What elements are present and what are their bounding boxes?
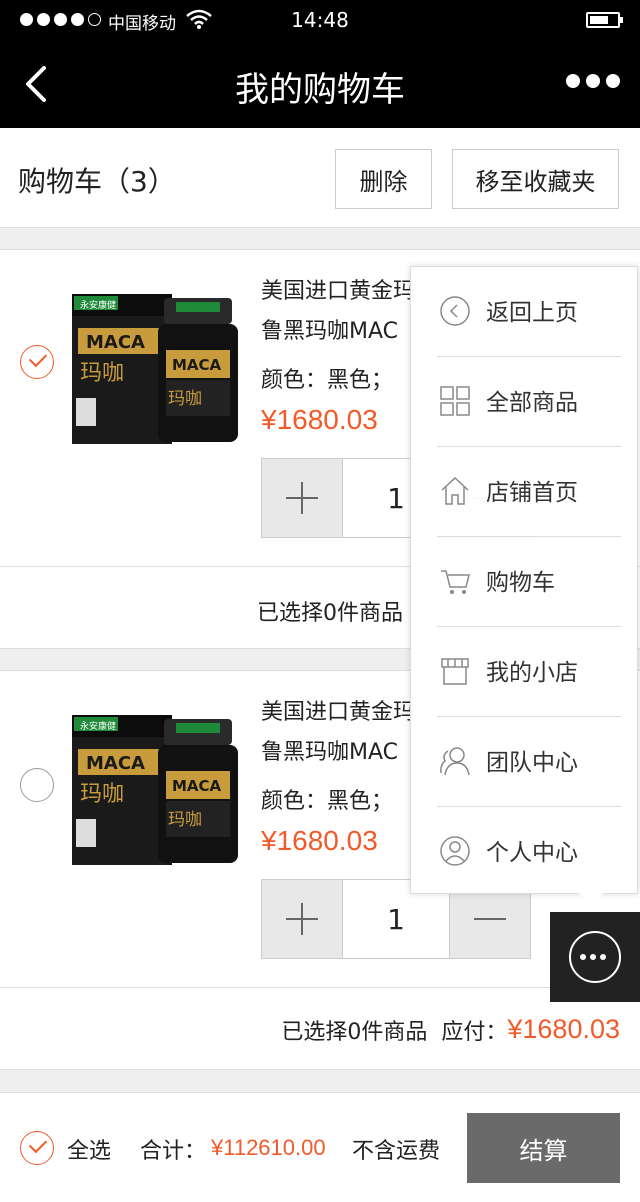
product-subtitle-text: 玛咖 xyxy=(168,389,202,409)
quick-nav-menu: 返回上页 全部商品 店铺首页 购物车 我的小店 团队中心 个人中心 xyxy=(410,266,639,905)
menu-item-label: 返回上页 xyxy=(486,300,578,326)
user-icon xyxy=(440,836,470,866)
move-to-favorites-button[interactable]: 移至收藏夹 xyxy=(452,149,619,209)
cart-header: 购物车（3） 删除 移至收藏夹 xyxy=(0,128,640,228)
product-image[interactable]: 永安康健 MACA MACA 玛咖 玛咖 xyxy=(72,280,238,450)
menu-item-all-products[interactable]: 全部商品 xyxy=(411,357,639,447)
menu-item-back[interactable]: 返回上页 xyxy=(411,267,639,357)
product-price: ¥1680.03 xyxy=(261,825,378,856)
product-title-text: MACA xyxy=(86,753,145,774)
selected-count-text: 已选择0件商品 xyxy=(281,1019,428,1045)
menu-item-label: 全部商品 xyxy=(486,390,578,416)
menu-item-cart[interactable]: 购物车 xyxy=(411,537,639,627)
store-icon xyxy=(441,658,469,685)
product-name-line2[interactable]: 鲁黑玛咖MAC xyxy=(261,735,398,771)
product-name-line1[interactable]: 美国进口黄金玛 xyxy=(261,695,415,731)
increase-button[interactable] xyxy=(262,459,342,537)
product-brand-text: 永安康健 xyxy=(80,720,116,732)
product-price: ¥1680.03 xyxy=(261,404,378,435)
select-all-label[interactable]: 全选 xyxy=(67,1133,111,1165)
checkout-button[interactable]: 结算 xyxy=(467,1113,620,1183)
nav-bar: 我的购物车 xyxy=(0,40,640,128)
menu-item-label: 个人中心 xyxy=(486,840,578,866)
menu-item-team-center[interactable]: 团队中心 xyxy=(411,717,639,807)
product-attribute: 颜色：黑色； xyxy=(261,789,394,814)
item-summary: 已选择0件商品 应付： ¥1680.03 xyxy=(0,987,640,1071)
menu-item-my-store[interactable]: 我的小店 xyxy=(411,627,639,717)
product-subtitle-text: 玛咖 xyxy=(80,782,124,807)
product-subtitle-text: 玛咖 xyxy=(168,810,202,830)
team-icon xyxy=(440,747,470,776)
delete-button[interactable]: 删除 xyxy=(335,149,432,209)
menu-item-label: 我的小店 xyxy=(486,660,578,686)
select-all-checkbox[interactable] xyxy=(20,1131,54,1165)
pay-amount: ¥1680.03 xyxy=(507,1014,620,1044)
product-attribute: 颜色：黑色； xyxy=(261,368,394,393)
item-checkbox[interactable] xyxy=(20,768,54,802)
status-bar: 中国移动 14:48 xyxy=(0,0,640,40)
cart-icon xyxy=(441,570,470,594)
product-title-text: MACA xyxy=(172,777,222,795)
product-title-text: MACA xyxy=(86,332,145,353)
battery-icon xyxy=(586,12,623,28)
menu-item-personal-center[interactable]: 个人中心 xyxy=(411,807,639,897)
product-brand-text: 永安康健 xyxy=(80,299,116,311)
total-amount: ¥112610.00 xyxy=(211,1135,326,1160)
menu-item-label: 购物车 xyxy=(486,570,555,596)
cart-count-label: 购物车（3） xyxy=(18,165,176,198)
product-subtitle-text: 玛咖 xyxy=(80,361,124,386)
menu-item-store-home[interactable]: 店铺首页 xyxy=(411,447,639,537)
product-title-text: MACA xyxy=(172,356,222,374)
clock: 14:48 xyxy=(291,8,349,32)
menu-item-label: 团队中心 xyxy=(486,750,578,776)
increase-button[interactable] xyxy=(262,880,342,958)
total-label: 合计： xyxy=(140,1139,207,1164)
back-circle-icon xyxy=(440,296,470,326)
product-image[interactable]: 永安康健 MACA MACA 玛咖 玛咖 xyxy=(72,701,238,871)
floating-menu-button[interactable] xyxy=(550,912,640,1002)
item-checkbox[interactable] xyxy=(20,345,54,379)
shipping-note: 不含运费 xyxy=(352,1139,441,1164)
menu-item-label: 店铺首页 xyxy=(486,480,578,506)
checkout-bar: 全选 合计： ¥112610.00 不含运费 结算 xyxy=(0,1092,640,1202)
product-name-line2[interactable]: 鲁黑玛咖MAC xyxy=(261,314,398,350)
selected-count-text: 已选择0件商品 xyxy=(257,601,403,626)
page-title: 我的购物车 xyxy=(235,70,405,110)
pay-label: 应付： xyxy=(441,1019,508,1045)
more-options-icon[interactable] xyxy=(566,74,620,88)
grid-icon xyxy=(440,386,470,416)
product-name-line1[interactable]: 美国进口黄金玛 xyxy=(261,274,415,310)
home-icon xyxy=(441,476,469,505)
